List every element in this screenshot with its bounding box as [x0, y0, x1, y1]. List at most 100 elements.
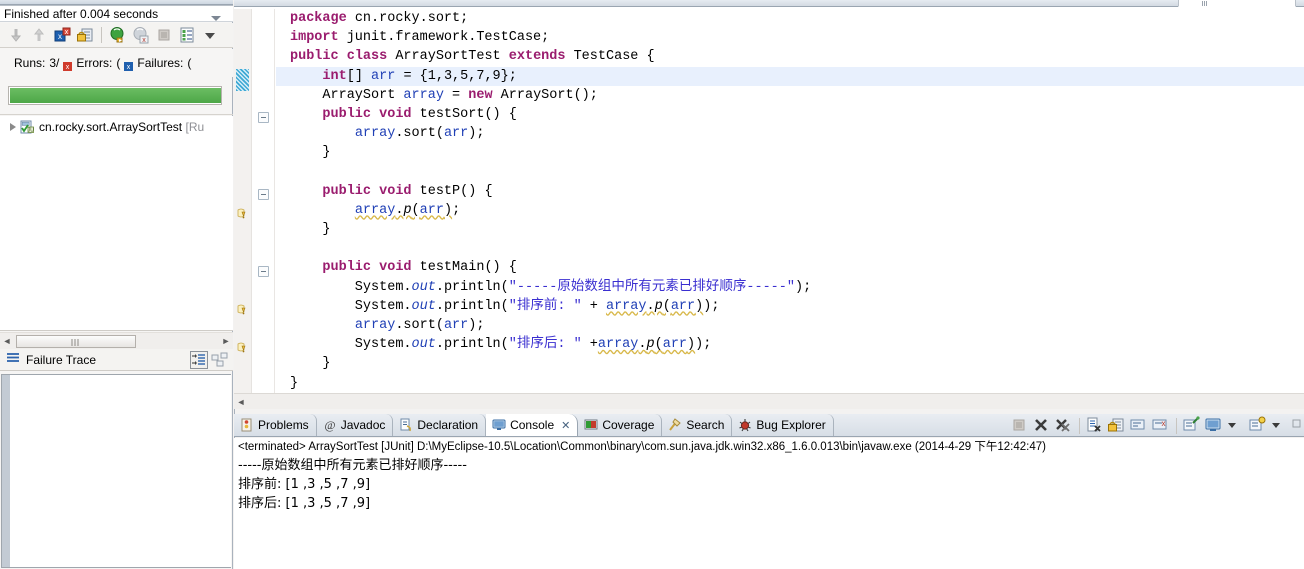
failure-trace-panel[interactable] — [1, 374, 231, 568]
clear-console-button[interactable] — [1085, 416, 1105, 436]
code-token: p — [403, 202, 412, 218]
display-console-dropdown[interactable] — [1226, 416, 1246, 436]
editor-folding-ruler[interactable] — [253, 9, 275, 393]
editor-hscrollbar[interactable]: ◄ — [234, 393, 1304, 409]
code-line[interactable]: public class ArraySortTest extends TestC… — [276, 47, 1304, 66]
code-token: arr — [670, 298, 696, 314]
code-line[interactable]: ArraySort array = new ArraySort(); — [276, 86, 1304, 105]
scroll-right-arrow-icon[interactable]: ► — [219, 334, 233, 349]
filter-stack-trace-button[interactable] — [190, 351, 208, 372]
code-line[interactable]: public void testSort() { — [276, 105, 1304, 124]
test-run-history-icon[interactable] — [177, 25, 197, 45]
warning-marker-icon[interactable] — [236, 207, 250, 221]
scrollbar-thumb[interactable] — [16, 334, 136, 348]
word-wrap-button[interactable] — [1129, 416, 1149, 436]
code-line[interactable]: int[] arr = {1,3,5,7,9}; — [276, 66, 1304, 86]
lock-scroll-icon[interactable] — [75, 25, 95, 45]
code-line[interactable]: } — [276, 374, 1304, 393]
code-token: cn.rocky.sort; — [346, 11, 469, 26]
code-token: ); — [695, 337, 712, 353]
code-line[interactable]: package cn.rocky.sort; — [276, 9, 1304, 28]
console-view[interactable]: <terminated> ArraySortTest [JUnit] D:\My… — [234, 438, 1304, 569]
remove-launch-button[interactable] — [1032, 416, 1052, 436]
tab-search[interactable]: Search — [662, 414, 733, 436]
warning-marker-icon[interactable] — [236, 341, 250, 355]
pin-console-button[interactable] — [1182, 415, 1202, 436]
collapsed-arrow-icon[interactable] — [6, 121, 19, 134]
editor-tab-partial[interactable] — [1178, 0, 1296, 7]
fold-collapse-icon[interactable] — [258, 265, 269, 277]
code-token: junit.framework.TestCase; — [338, 30, 550, 46]
open-console-dropdown[interactable] — [1270, 416, 1290, 436]
rerun-failed-icon[interactable]: x — [131, 25, 151, 45]
code-line[interactable] — [276, 239, 1304, 258]
code-token: + — [581, 298, 606, 314]
code-token: p — [654, 298, 663, 314]
fold-collapse-icon[interactable] — [258, 188, 269, 200]
declaration-icon — [399, 418, 413, 432]
tree-item-testclass[interactable]: JU cn.rocky.sort.ArraySortTest [Ru — [0, 116, 233, 138]
tab-drag-grip-icon[interactable] — [1202, 1, 1208, 6]
code-line[interactable]: public void testP() { — [276, 182, 1304, 201]
fold-collapse-icon[interactable] — [258, 112, 269, 123]
previous-failure-icon[interactable] — [29, 25, 49, 45]
editor-annotation-ruler[interactable] — [234, 9, 252, 393]
code-line[interactable]: array.p(arr); — [276, 201, 1304, 220]
scroll-left-arrow-icon[interactable]: ◄ — [0, 334, 14, 349]
failure-trace-label: Failure Trace — [26, 352, 97, 367]
show-failures-only-icon[interactable]: x x — [52, 25, 72, 45]
tab-console[interactable]: Console ✕ — [486, 414, 579, 436]
code-line[interactable]: System.out.println("-----原始数组中所有元素已排好顺序-… — [276, 278, 1304, 297]
code-line[interactable]: System.out.println("排序前: " + array.p(arr… — [276, 297, 1304, 316]
tab-bug-explorer[interactable]: Bug Explorer — [732, 414, 834, 436]
rerun-test-icon[interactable] — [108, 25, 128, 45]
code-token: arr — [371, 68, 396, 84]
toolbar-divider — [1079, 417, 1080, 434]
stop-icon — [154, 25, 174, 45]
code-line[interactable] — [276, 163, 1304, 182]
tab-declaration[interactable]: Declaration — [393, 414, 487, 436]
tab-javadoc[interactable]: @ Javadoc — [317, 414, 394, 436]
svg-text:@: @ — [324, 418, 335, 432]
junit-test-tree[interactable]: JU cn.rocky.sort.ArraySortTest [Ru — [0, 116, 233, 331]
code-token: } — [290, 222, 331, 238]
code-token: . — [638, 337, 647, 353]
console-toolbar: x — [1010, 415, 1302, 436]
code-token: public — [290, 49, 339, 65]
code-token: ); — [468, 318, 485, 333]
chevron-down-icon[interactable] — [211, 16, 221, 21]
editor-text-area[interactable]: package cn.rocky.sort; import junit.frame… — [276, 9, 1304, 393]
bug-explorer-icon — [738, 418, 752, 432]
tab-coverage[interactable]: Coverage — [578, 414, 663, 436]
code-line[interactable]: } — [276, 354, 1304, 373]
open-console-button[interactable] — [1248, 416, 1268, 436]
code-line[interactable]: array.sort(arr); — [276, 124, 1304, 143]
code-line[interactable]: array.sort(arr); — [276, 316, 1304, 335]
search-broom-icon — [668, 418, 682, 432]
scroll-left-arrow-icon[interactable]: ◄ — [234, 394, 248, 409]
code-token: . — [646, 298, 655, 314]
close-icon[interactable]: ✕ — [561, 419, 570, 432]
svg-text:x: x — [65, 29, 69, 36]
code-line[interactable]: public void testMain() { — [276, 258, 1304, 277]
warning-marker-icon[interactable] — [236, 303, 250, 317]
code-token: testP() { — [411, 183, 493, 199]
code-line[interactable]: } — [276, 220, 1304, 239]
error-marker-icon: x — [63, 60, 73, 71]
code-line[interactable]: import junit.framework.TestCase; — [276, 28, 1304, 47]
show-console-on-output-button[interactable]: x — [1151, 416, 1171, 436]
remove-all-terminated-button[interactable] — [1054, 416, 1074, 436]
junit-tree-hscrollbar[interactable]: ◄ ► — [0, 332, 233, 349]
scroll-lock-button[interactable] — [1107, 416, 1127, 436]
code-line[interactable]: } — [276, 143, 1304, 162]
code-token: System. — [290, 298, 412, 314]
display-selected-console-button[interactable] — [1204, 416, 1224, 436]
code-token: void — [379, 260, 412, 276]
compare-result-button[interactable] — [211, 351, 229, 372]
next-failure-icon[interactable] — [6, 25, 26, 45]
tab-problems[interactable]: Problems — [234, 414, 317, 436]
view-menu-button[interactable] — [1292, 416, 1302, 436]
code-line[interactable]: System.out.println("排序后: " +array.p(arr)… — [276, 335, 1304, 354]
view-menu-icon[interactable] — [200, 25, 220, 45]
